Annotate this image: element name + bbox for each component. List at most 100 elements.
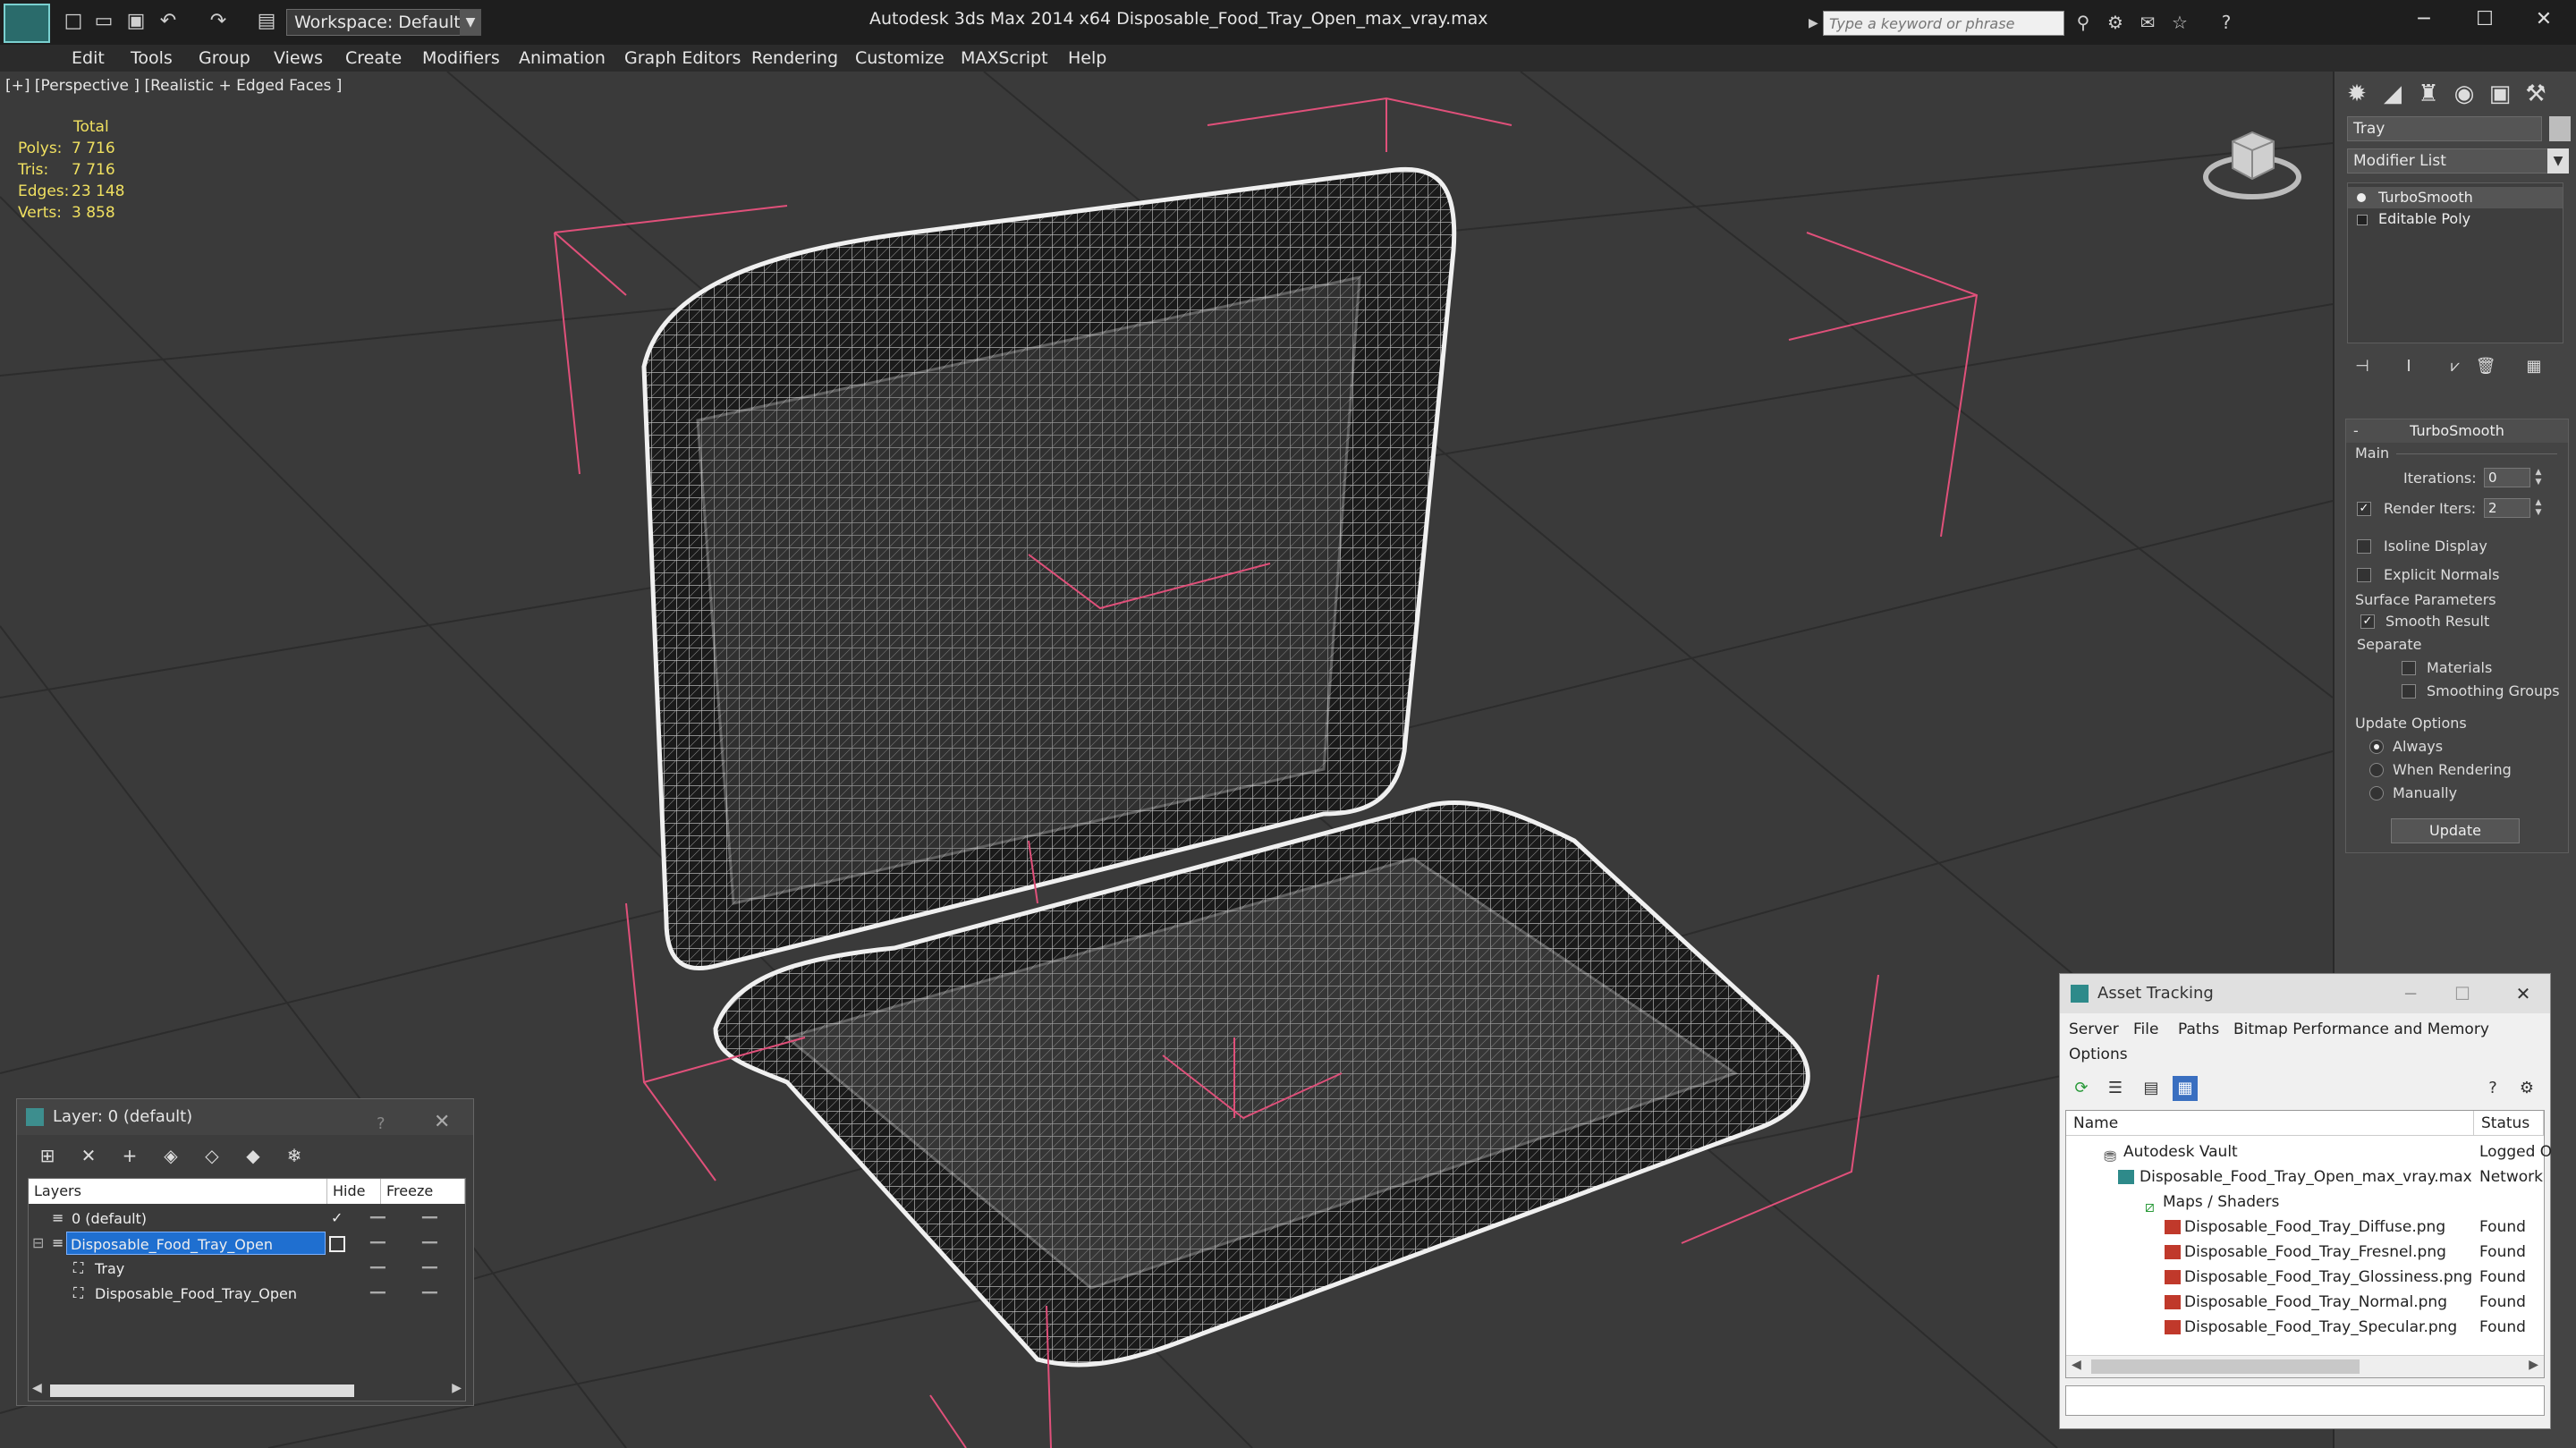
light-bulb-icon[interactable]	[2357, 193, 2366, 202]
column-header-name[interactable]: Name	[2066, 1111, 2474, 1136]
menu-bitmap-performance[interactable]: Bitmap Performance and Memory	[2233, 1020, 2489, 1038]
smoothing-groups-checkbox[interactable]	[2402, 684, 2416, 699]
column-header-freeze[interactable]: Freeze	[381, 1179, 465, 1204]
freeze-all-icon[interactable]: ❄	[282, 1142, 307, 1169]
maximize-icon[interactable]: ☐	[2458, 0, 2512, 39]
table-view-icon[interactable]: ▦	[2173, 1076, 2198, 1101]
hide-toggle[interactable]: ━━	[370, 1256, 386, 1281]
search-expand-icon[interactable]: ▶	[1809, 13, 1821, 34]
object-name-field[interactable]: Tray	[2347, 116, 2542, 141]
menu-create[interactable]: Create	[345, 48, 402, 68]
search-input[interactable]	[1823, 11, 2064, 36]
stack-item-turbosmooth[interactable]: TurboSmooth	[2348, 187, 2563, 208]
rollout-header[interactable]: - TurboSmooth	[2346, 419, 2568, 443]
menu-modifiers[interactable]: Modifiers	[422, 48, 500, 68]
asset-row[interactable]: ⧄ Maps / Shaders	[2066, 1190, 2544, 1216]
communication-icon[interactable]: ✉	[2136, 11, 2159, 34]
update-button[interactable]: Update	[2391, 818, 2520, 843]
hierarchy-tab-icon[interactable]: ♜	[2413, 79, 2444, 109]
scroll-right-icon[interactable]: ▶	[2529, 1358, 2538, 1372]
chevron-down-icon[interactable]: ▼	[2547, 148, 2569, 174]
expand-icon[interactable]: ⊟	[32, 1231, 44, 1256]
menu-rendering[interactable]: Rendering	[751, 48, 838, 68]
always-radio[interactable]	[2369, 740, 2384, 754]
hide-toggle[interactable]: ━━	[370, 1231, 386, 1256]
show-end-result-icon[interactable]: Ⅰ	[2397, 354, 2420, 379]
display-tab-icon[interactable]: ▣	[2485, 79, 2515, 109]
add-to-layer-icon[interactable]: +	[117, 1142, 142, 1169]
scrollbar-thumb[interactable]	[2091, 1359, 2360, 1374]
create-layer-icon[interactable]: ⊞	[35, 1142, 60, 1169]
favorites-star-icon[interactable]: ☆	[2168, 11, 2191, 34]
save-file-icon[interactable]: ▣	[125, 11, 147, 32]
chevron-down-icon[interactable]: ▼	[460, 9, 481, 36]
render-iters-checkbox[interactable]: ✓	[2357, 502, 2371, 516]
asset-row[interactable]: Disposable_Food_Tray_Diffuse.png Found	[2066, 1215, 2544, 1240]
freeze-toggle[interactable]: ━━	[422, 1231, 437, 1256]
layer-row[interactable]: ≡ 0 (default) ✓ ━━ ━━	[29, 1206, 465, 1231]
asset-row[interactable]: Disposable_Food_Tray_Specular.png Found	[2066, 1315, 2544, 1340]
asset-row[interactable]: Disposable_Food_Tray_Open_max_vray.max N…	[2066, 1164, 2544, 1190]
freeze-toggle[interactable]: ━━	[422, 1281, 437, 1306]
tree-view-icon[interactable]: ▤	[2139, 1076, 2164, 1101]
make-unique-icon[interactable]: ⩗	[2444, 354, 2467, 379]
help-icon[interactable]: ?	[2480, 1076, 2505, 1101]
minimize-icon[interactable]: ─	[2397, 0, 2451, 39]
isoline-display-checkbox[interactable]	[2357, 539, 2371, 554]
help-icon[interactable]: ?	[2215, 11, 2238, 34]
render-iters-spinner[interactable]: 2	[2484, 498, 2530, 518]
viewcube-icon[interactable]	[2199, 114, 2306, 204]
asset-row[interactable]: Disposable_Food_Tray_Fresnel.png Found	[2066, 1240, 2544, 1265]
motion-tab-icon[interactable]: ◉	[2449, 79, 2479, 109]
menu-file[interactable]: File	[2133, 1020, 2158, 1038]
menu-maxscript[interactable]: MAXScript	[961, 48, 1048, 68]
current-layer-check-icon[interactable]: ✓	[331, 1206, 343, 1231]
scroll-left-icon[interactable]: ◀	[2072, 1358, 2081, 1372]
stack-item-editable-poly[interactable]: Editable Poly	[2348, 208, 2563, 230]
horizontal-scrollbar[interactable]: ◀ ▶	[29, 1381, 465, 1401]
menu-options[interactable]: Options	[2069, 1046, 2128, 1063]
manually-radio[interactable]	[2369, 786, 2384, 800]
workspace-selector[interactable]: Workspace: Default	[286, 9, 481, 36]
materials-checkbox[interactable]	[2402, 661, 2416, 675]
set-current-box-icon[interactable]	[329, 1236, 345, 1252]
maximize-icon[interactable]: ☐	[2443, 974, 2482, 1013]
column-header-layers[interactable]: Layers	[29, 1179, 327, 1204]
asset-status-field[interactable]	[2065, 1385, 2545, 1416]
hide-toggle[interactable]: ━━	[370, 1206, 386, 1231]
menu-help[interactable]: Help	[1068, 48, 1106, 68]
column-header-status[interactable]: Status	[2474, 1111, 2544, 1136]
binoculars-icon[interactable]: ⚲	[2072, 11, 2095, 34]
modifier-list-dropdown[interactable]: Modifier List	[2347, 148, 2562, 174]
select-objects-icon[interactable]: ◈	[158, 1142, 183, 1169]
close-icon[interactable]: ✕	[2517, 0, 2571, 39]
redo-icon[interactable]: ↷	[208, 11, 229, 32]
smooth-result-checkbox[interactable]: ✓	[2360, 614, 2375, 629]
undo-icon[interactable]: ↶	[157, 11, 179, 32]
scroll-left-icon[interactable]: ◀	[32, 1381, 42, 1395]
close-icon[interactable]: ✕	[434, 1105, 450, 1140]
layer-row[interactable]: ⊟ ≡ Disposable_Food_Tray_Open ━━ ━━	[29, 1231, 465, 1256]
when-rendering-radio[interactable]	[2369, 763, 2384, 777]
pin-stack-icon[interactable]: ⊣	[2351, 354, 2374, 379]
hide-toggle[interactable]: ━━	[370, 1281, 386, 1306]
minimize-icon[interactable]: ─	[2391, 974, 2430, 1013]
scroll-right-icon[interactable]: ▶	[452, 1381, 462, 1395]
spinner-arrows-icon[interactable]: ▲ ▼	[2532, 498, 2545, 518]
subscription-icon[interactable]: ⚙	[2104, 11, 2127, 34]
freeze-toggle[interactable]: ━━	[422, 1206, 437, 1231]
layer-row[interactable]: ⛶ Disposable_Food_Tray_Open ━━ ━━	[29, 1281, 465, 1306]
spinner-arrows-icon[interactable]: ▲ ▼	[2532, 468, 2545, 487]
configure-sets-icon[interactable]: ▦	[2522, 354, 2546, 379]
freeze-toggle[interactable]: ━━	[422, 1256, 437, 1281]
create-tab-icon[interactable]: ✹	[2342, 79, 2372, 109]
collapse-icon[interactable]: -	[2353, 419, 2359, 443]
modify-tab-icon[interactable]: ◢	[2377, 79, 2408, 109]
hide-all-icon[interactable]: ◆	[241, 1142, 266, 1169]
menu-customize[interactable]: Customize	[855, 48, 945, 68]
app-logo-icon[interactable]	[4, 4, 50, 43]
menu-views[interactable]: Views	[274, 48, 323, 68]
menu-graph-editors[interactable]: Graph Editors	[624, 48, 741, 68]
menu-tools[interactable]: Tools	[131, 48, 173, 68]
expand-icon[interactable]	[2357, 215, 2368, 225]
